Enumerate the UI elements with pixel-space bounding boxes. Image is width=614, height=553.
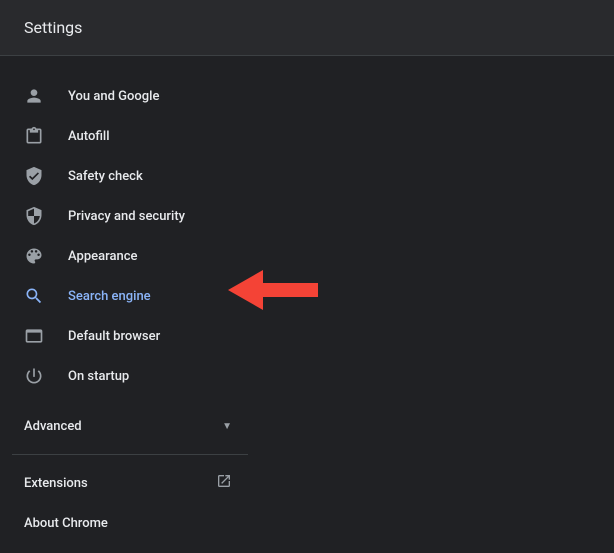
sidebar-item-privacy-security[interactable]: Privacy and security xyxy=(0,196,256,236)
browser-icon xyxy=(24,326,44,346)
power-icon xyxy=(24,366,44,386)
sidebar-item-label: Safety check xyxy=(68,169,143,184)
sidebar-item-label: Autofill xyxy=(68,129,110,144)
about-label: About Chrome xyxy=(24,516,108,531)
sidebar-item-safety-check[interactable]: Safety check xyxy=(0,156,256,196)
search-icon xyxy=(24,286,44,306)
sidebar-item-label: Appearance xyxy=(68,249,137,264)
sidebar-item-about-chrome[interactable]: About Chrome xyxy=(0,503,256,543)
clipboard-icon xyxy=(24,126,44,146)
advanced-label: Advanced xyxy=(24,419,82,434)
security-icon xyxy=(24,206,44,226)
page-title: Settings xyxy=(24,18,82,37)
advanced-toggle[interactable]: Advanced ▼ xyxy=(0,406,256,446)
sidebar-item-label: Privacy and security xyxy=(68,209,185,224)
settings-sidebar: You and Google Autofill Safety check Pri… xyxy=(0,56,256,543)
sidebar-item-autofill[interactable]: Autofill xyxy=(0,116,256,156)
shield-check-icon xyxy=(24,166,44,186)
extensions-label: Extensions xyxy=(24,476,88,491)
sidebar-item-appearance[interactable]: Appearance xyxy=(0,236,256,276)
sidebar-item-you-and-google[interactable]: You and Google xyxy=(0,76,256,116)
sidebar-item-label: On startup xyxy=(68,369,129,384)
settings-header: Settings xyxy=(0,0,614,56)
sidebar-item-label: Default browser xyxy=(68,329,160,344)
divider xyxy=(12,454,248,455)
sidebar-item-label: Search engine xyxy=(68,289,151,304)
palette-icon xyxy=(24,246,44,266)
sidebar-item-extensions[interactable]: Extensions xyxy=(0,463,256,503)
sidebar-item-default-browser[interactable]: Default browser xyxy=(0,316,256,356)
chevron-down-icon: ▼ xyxy=(222,421,232,432)
sidebar-item-on-startup[interactable]: On startup xyxy=(0,356,256,396)
sidebar-item-search-engine[interactable]: Search engine xyxy=(0,276,256,316)
external-link-icon xyxy=(216,473,232,493)
sidebar-item-label: You and Google xyxy=(68,89,159,104)
person-icon xyxy=(24,86,44,106)
